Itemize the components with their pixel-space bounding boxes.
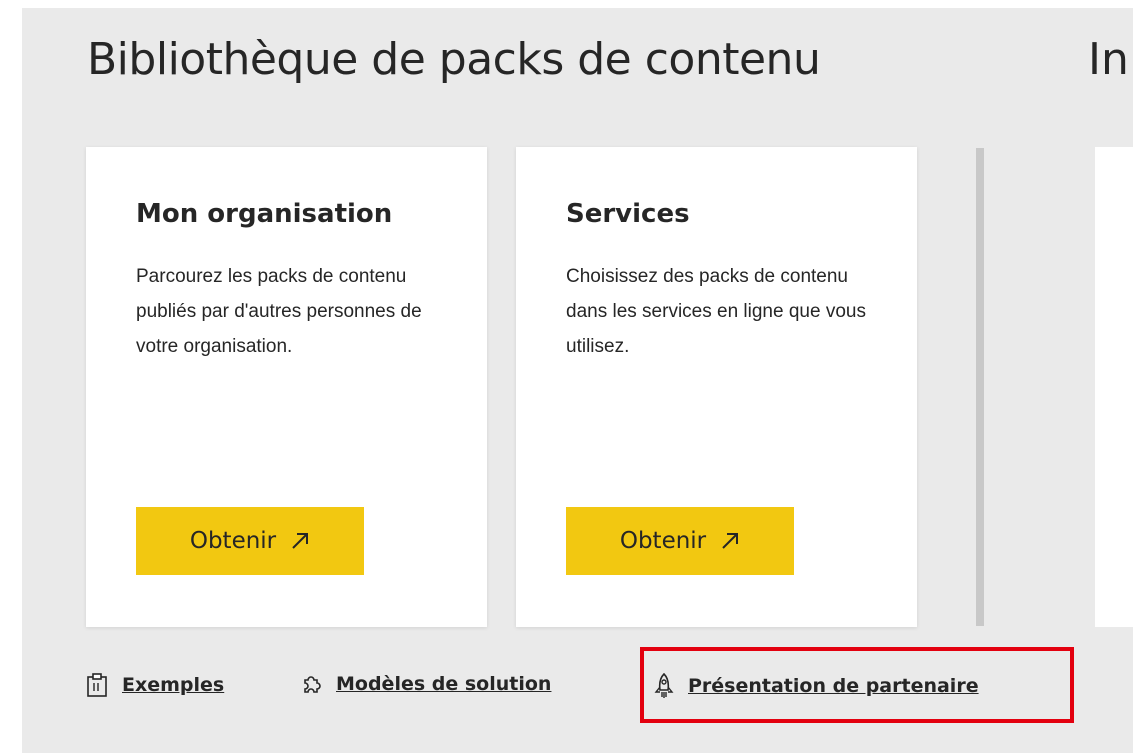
- arrow-up-right-icon: [290, 531, 310, 551]
- samples-link-label: Exemples: [122, 674, 225, 696]
- card-title: Services: [566, 199, 690, 229]
- solution-templates-link-label: Modèles de solution: [336, 673, 552, 695]
- page-title: Bibliothèque de packs de contenu: [87, 34, 821, 85]
- puzzle-icon: [300, 673, 322, 695]
- arrow-up-right-icon: [720, 531, 740, 551]
- solution-templates-link[interactable]: Modèles de solution: [300, 673, 551, 695]
- card-description: Parcourez les packs de contenu publiés p…: [136, 266, 422, 357]
- highlight-annotation-box: [640, 647, 1074, 723]
- card-title: Mon organisation: [136, 199, 393, 229]
- get-button-label: Obtenir: [189, 528, 277, 554]
- section-divider: [976, 148, 984, 626]
- secondary-section-title: In: [1088, 34, 1129, 85]
- get-my-organization-button[interactable]: Obtenir: [136, 507, 364, 575]
- card-services: Services Choisissez des packs de contenu…: [516, 147, 917, 627]
- clipboard-icon: [86, 673, 108, 697]
- content-pack-library-panel: Bibliothèque de packs de contenu In Mon …: [0, 0, 1133, 753]
- card-description: Choisissez des packs de contenu dans les…: [566, 266, 866, 357]
- top-strip: [0, 0, 1133, 8]
- left-strip: [0, 0, 22, 753]
- get-services-button[interactable]: Obtenir: [566, 507, 794, 575]
- card-my-organization: Mon organisation Parcourez les packs de …: [86, 147, 487, 627]
- samples-link[interactable]: Exemples: [86, 673, 224, 697]
- card-partial: [1095, 147, 1133, 627]
- get-button-label: Obtenir: [619, 528, 707, 554]
